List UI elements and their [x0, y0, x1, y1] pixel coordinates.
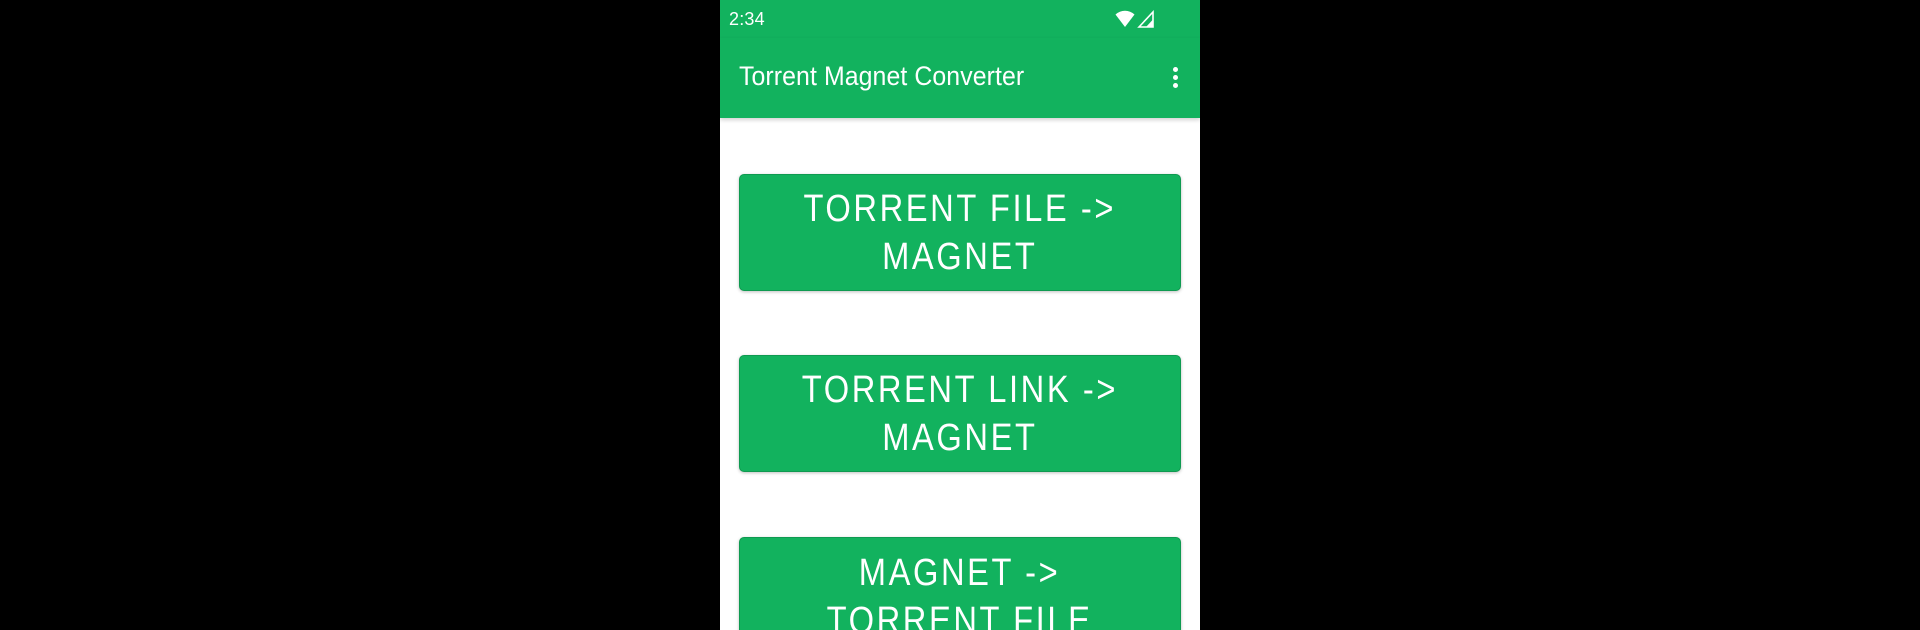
more-vert-icon-dot	[1172, 74, 1178, 80]
button-label-line2: TORRENT FILE	[827, 600, 1093, 630]
cellular-signal-icon	[1137, 10, 1154, 28]
button-label-line1: TORRENT LINK ->	[801, 368, 1119, 411]
wifi-icon	[1115, 10, 1135, 27]
button-label-line2: MAGNET	[882, 416, 1038, 459]
more-vert-icon	[1172, 66, 1178, 72]
app-title: Torrent Magnet Converter	[739, 61, 1025, 91]
button-label: TORRENT FILE -> MAGNET	[778, 185, 1142, 281]
torrent-file-to-magnet-button[interactable]: TORRENT FILE -> MAGNET	[739, 174, 1181, 291]
status-bar: 2:34	[720, 0, 1200, 38]
button-label-line1: MAGNET ->	[859, 552, 1061, 594]
phone-screen: 2:34 Torrent Magnet Converter TORRENT FI…	[720, 0, 1200, 630]
button-label-line2: MAGNET	[882, 235, 1038, 278]
button-label-line1: TORRENT FILE ->	[803, 187, 1117, 230]
overflow-menu-button[interactable]	[1160, 60, 1190, 94]
button-label: MAGNET -> TORRENT FILE	[805, 549, 1114, 630]
status-icons	[1115, 8, 1175, 30]
magnet-to-torrent-file-button[interactable]: MAGNET -> TORRENT FILE	[739, 537, 1181, 630]
more-vert-icon-dot	[1172, 82, 1178, 88]
button-label: TORRENT LINK -> MAGNET	[776, 366, 1144, 462]
status-time: 2:34	[729, 9, 765, 29]
torrent-link-to-magnet-button[interactable]: TORRENT LINK -> MAGNET	[739, 355, 1181, 472]
app-bar: Torrent Magnet Converter	[720, 38, 1200, 118]
